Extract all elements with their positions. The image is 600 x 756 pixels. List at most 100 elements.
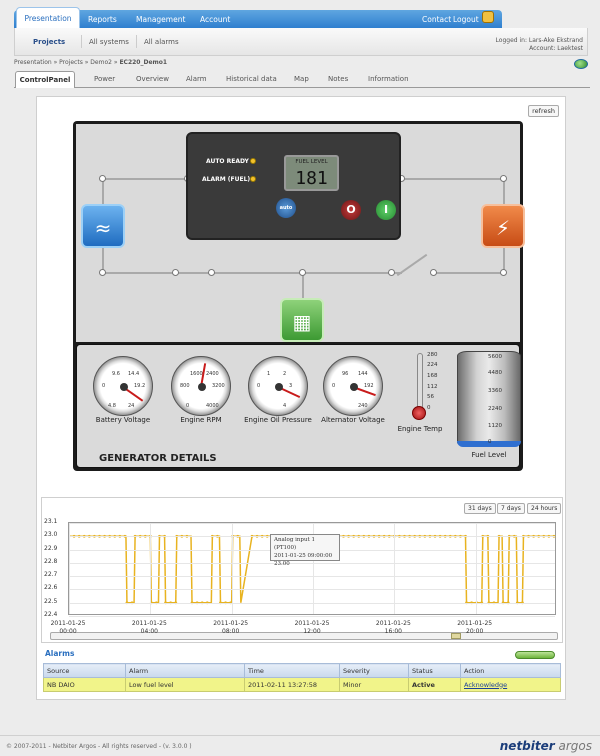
tank-tick: 1120	[488, 423, 502, 429]
gauge-tick: 0	[186, 403, 190, 409]
gauge-tick: 0	[332, 383, 336, 389]
col-severity[interactable]: Severity	[339, 663, 409, 678]
content-area: refresh ≈ ⚡ ▦ AUTO READY ALARM (FUEL) FU…	[36, 96, 566, 700]
gauge-tick: 2400	[206, 371, 219, 377]
x-tick-label: 2011-01-25 20:00	[457, 620, 493, 635]
tab-power[interactable]: Power	[94, 75, 115, 83]
grid-line	[69, 523, 70, 614]
alarm-status-indicator	[515, 651, 555, 659]
gauge-tick: 4	[283, 403, 287, 409]
fuel-level-value: 181	[295, 168, 328, 189]
gauge-tick: 3	[289, 383, 293, 389]
logout-link[interactable]: Logout	[453, 12, 479, 28]
alarm-time: 2011-02-11 13:27:58	[244, 677, 340, 692]
stop-button[interactable]: O	[341, 200, 361, 220]
gauge-tick: 144	[358, 371, 368, 377]
device-tabs: ControlPanel Power Overview Alarm Histor…	[14, 71, 590, 88]
tab-historical-data[interactable]: Historical data	[226, 75, 277, 83]
load-icon[interactable]: ▦	[280, 298, 324, 342]
breadcrumb: Presentation » Projects » Demo2 » EC220_…	[14, 59, 167, 66]
node	[99, 175, 106, 182]
tab-alarm[interactable]: Alarm	[186, 75, 207, 83]
alarm-fuel-indicator	[250, 176, 256, 182]
gauge-label: Engine Oil Pressure	[244, 416, 312, 424]
breadcrumb-path[interactable]: Presentation » Projects » Demo2 »	[14, 59, 119, 66]
gauge-tick: 19.2	[134, 383, 146, 389]
col-time[interactable]: Time	[244, 663, 340, 678]
gauge-tick: 192	[364, 383, 374, 389]
col-source[interactable]: Source	[43, 663, 126, 678]
tab-presentation[interactable]: Presentation	[16, 7, 80, 28]
alarms-table: Source Alarm Time Severity Status Action…	[43, 663, 561, 692]
gauge-tick: 1	[267, 371, 271, 377]
tab-overview[interactable]: Overview	[136, 75, 169, 83]
wire	[102, 178, 188, 180]
tank-tick: 0	[488, 439, 492, 445]
grid-line	[69, 523, 555, 524]
divider	[81, 35, 82, 48]
wire	[401, 178, 503, 180]
gauge: 96 144 0 192 240	[323, 356, 383, 416]
contact-link[interactable]: Contact	[422, 12, 451, 28]
auto-ready-label: AUTO READY	[206, 158, 249, 165]
col-alarm[interactable]: Alarm	[125, 663, 245, 678]
tooltip-series: Analog input 1 (PT100)	[274, 537, 315, 551]
mains-icon[interactable]: ≈	[81, 204, 125, 248]
engine-temp-label: Engine Temp	[397, 425, 443, 433]
range-24-hours-button[interactable]: 24 hours	[527, 503, 562, 514]
y-tick-label: 22.5	[44, 597, 58, 605]
subnav-all-alarms[interactable]: All alarms	[144, 38, 179, 46]
subnav-all-systems[interactable]: All systems	[89, 38, 129, 46]
y-tick-label: 23.1	[44, 518, 58, 525]
single-line-diagram: ≈ ⚡ ▦ AUTO READY ALARM (FUEL) FUEL LEVEL…	[76, 124, 525, 342]
x-tick-label: 2011-01-25 00:00	[50, 620, 86, 635]
auto-ready-indicator	[250, 158, 256, 164]
gauge-cap	[275, 383, 283, 391]
temp-tick: 56	[427, 394, 434, 400]
x-tick-label: 2011-01-25 12:00	[294, 620, 330, 635]
range-7-days-button[interactable]: 7 days	[497, 503, 525, 514]
gauge-cap	[198, 383, 206, 391]
auto-button[interactable]: auto	[276, 198, 296, 218]
gauge-tick: 24	[128, 403, 135, 409]
col-action[interactable]: Action	[460, 663, 561, 678]
tooltip-value: 23.00	[274, 561, 290, 567]
gauge-tick: 14.4	[128, 371, 140, 377]
start-button[interactable]: I	[376, 200, 396, 220]
refresh-button[interactable]: refresh	[528, 105, 559, 117]
temp-tick: 168	[427, 373, 438, 379]
acknowledge-link[interactable]: Acknowledge	[464, 681, 507, 689]
col-status[interactable]: Status	[408, 663, 461, 678]
grid-line	[231, 523, 233, 614]
generator-icon[interactable]: ⚡	[481, 204, 525, 248]
tab-information[interactable]: Information	[368, 75, 409, 83]
user-icon[interactable]	[482, 11, 494, 23]
y-tick-label: 22.7	[44, 571, 58, 579]
alarm-severity: Minor	[339, 677, 409, 692]
range-31-days-button[interactable]: 31 days	[464, 503, 496, 514]
alarms-title: Alarms	[45, 649, 75, 658]
trend-chart: 31 days 7 days 24 hours Analog input 1 (…	[41, 497, 563, 643]
grid-line	[69, 602, 555, 604]
tab-management[interactable]: Management	[136, 12, 185, 28]
alarm-source: NB DAIO	[43, 677, 126, 692]
tab-account[interactable]: Account	[200, 12, 230, 28]
gauge-tick: 3200	[212, 383, 225, 389]
wire	[432, 272, 504, 274]
tab-map[interactable]: Map	[294, 75, 309, 83]
temp-tick: 112	[427, 384, 438, 390]
chart-tooltip: Analog input 1 (PT100) 2011-01-25 09:00:…	[270, 534, 340, 567]
grid-line	[150, 523, 152, 614]
gauge-tick: 9.6	[112, 371, 120, 377]
login-info: Logged in: Lars-Ake Ekstrand Account: La…	[496, 37, 583, 53]
gauge: 1 2 0 3 4	[248, 356, 308, 416]
tank-tick: 2240	[488, 406, 502, 412]
refresh-status-icon[interactable]	[574, 59, 588, 69]
gauge-label: Alternator Voltage	[321, 416, 385, 424]
tank-tick: 3360	[488, 388, 502, 394]
tab-reports[interactable]: Reports	[88, 12, 117, 28]
tab-notes[interactable]: Notes	[328, 75, 348, 83]
tab-controlpanel[interactable]: ControlPanel	[15, 71, 75, 88]
gauge-cap	[120, 383, 128, 391]
subnav-projects[interactable]: Projects	[33, 38, 65, 46]
